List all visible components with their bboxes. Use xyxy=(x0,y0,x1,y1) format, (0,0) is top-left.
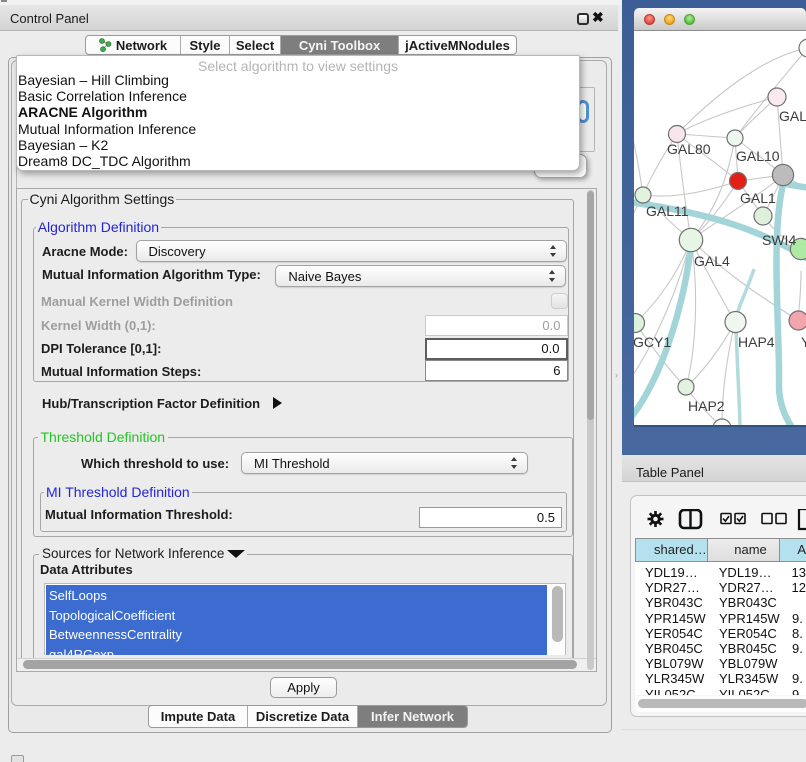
svg-text:Y: Y xyxy=(801,334,806,350)
svg-text:HAP4: HAP4 xyxy=(738,334,775,350)
svg-text:HAP2: HAP2 xyxy=(688,398,725,414)
svg-text:GAL4: GAL4 xyxy=(694,253,730,269)
svg-text:GAL11: GAL11 xyxy=(646,203,689,219)
svg-text:SWI4: SWI4 xyxy=(762,232,796,248)
svg-text:GCY1: GCY1 xyxy=(634,334,671,350)
svg-text:GAL1: GAL1 xyxy=(740,190,776,206)
svg-text:GAL10: GAL10 xyxy=(736,148,780,164)
svg-text:GAL7: GAL7 xyxy=(779,108,806,124)
svg-text:GAL80: GAL80 xyxy=(667,141,711,157)
